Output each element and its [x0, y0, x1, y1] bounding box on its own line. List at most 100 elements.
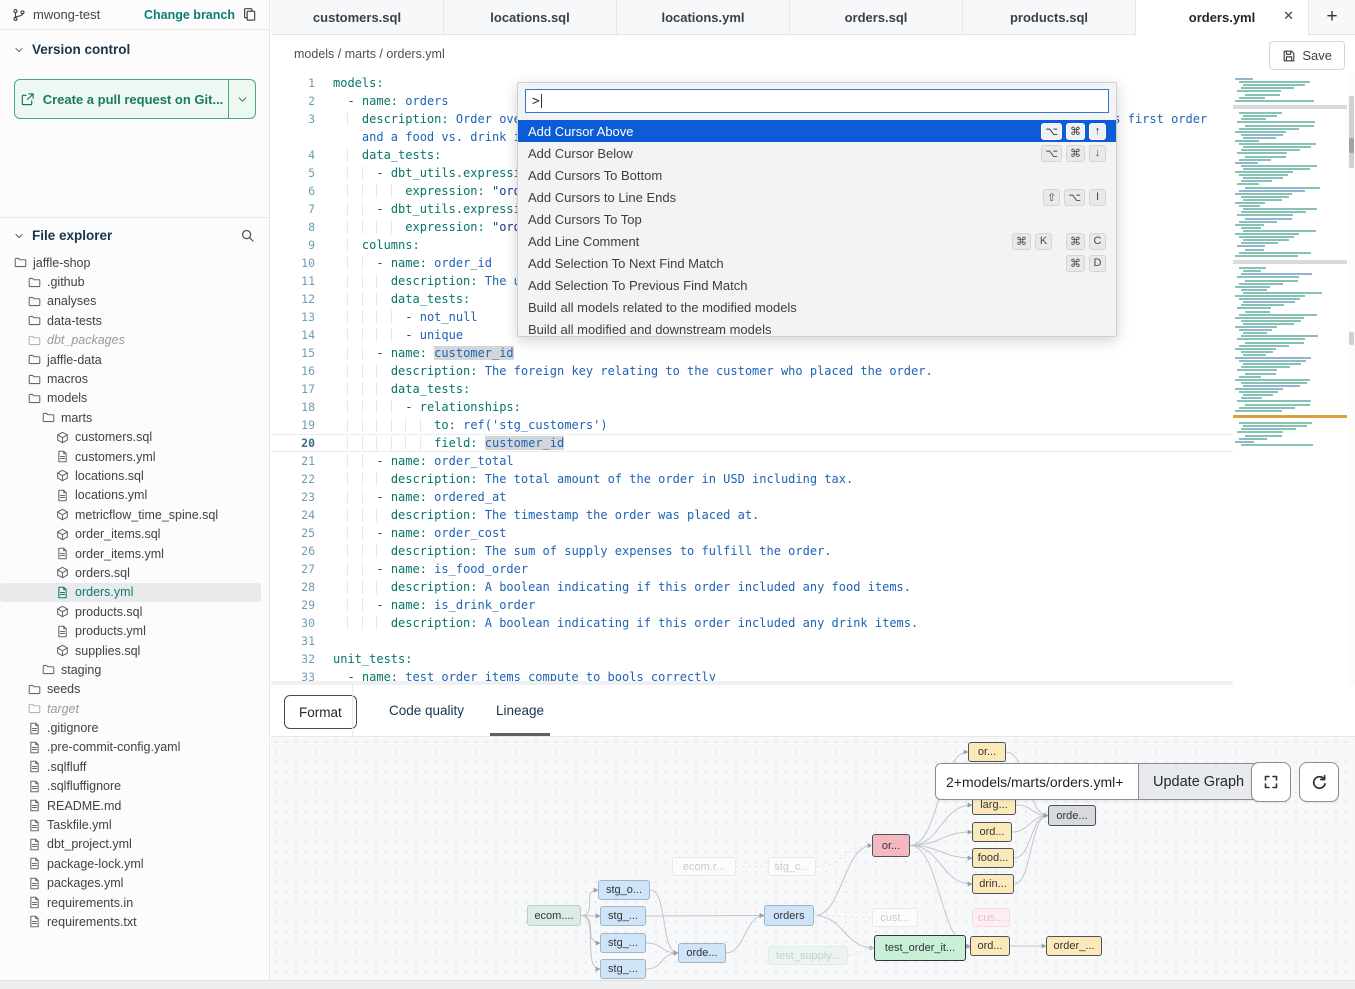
code-line-25[interactable]: 25 - name: order_cost	[271, 524, 1233, 542]
code-line-23[interactable]: 23 - name: ordered_at	[271, 488, 1233, 506]
file-tree-item-packages.yml[interactable]: packages.yml	[0, 874, 261, 893]
lineage-node-ecomr[interactable]: ecom.r...	[672, 857, 736, 876]
file-tree-item-seeds[interactable]: seeds	[0, 680, 261, 699]
lineage-node-ord2[interactable]: ord...	[970, 936, 1010, 956]
lineage-node-orde1[interactable]: orde...	[678, 943, 726, 963]
file-tree-item-jaffle-shop[interactable]: jaffle-shop	[0, 253, 261, 272]
file-tree-item-models[interactable]: models	[0, 389, 261, 408]
command-item[interactable]: Add Cursors To Top	[518, 208, 1116, 230]
code-line-28[interactable]: 28 description: A boolean indicating if …	[271, 578, 1233, 596]
file-tree-item-dbt_project.yml[interactable]: dbt_project.yml	[0, 835, 261, 854]
create-pull-request-button[interactable]: Create a pull request on Git...	[14, 79, 256, 119]
file-tree-item-requirements.in[interactable]: requirements.in	[0, 893, 261, 912]
code-line-15[interactable]: 15 - name: customer_id	[271, 344, 1233, 362]
lineage-node-stg_4[interactable]: stg_...	[600, 959, 646, 979]
file-tree-item-data-tests[interactable]: data-tests	[0, 311, 261, 330]
code-line-20[interactable]: 20 field: customer_id	[271, 434, 1233, 452]
code-line-22[interactable]: 22 description: The total amount of the …	[271, 470, 1233, 488]
tab-locations.yml[interactable]: locations.yml	[617, 0, 790, 34]
update-graph-button[interactable]: Update Graph	[1138, 764, 1258, 799]
file-tree-item-.sqlfluffignore[interactable]: .sqlfluffignore	[0, 777, 261, 796]
editor-scrollbar[interactable]	[1348, 72, 1355, 685]
lineage-canvas[interactable]: ecom....stg_o...stg_...stg_...stg_...ord…	[271, 737, 1355, 980]
file-tree-item-products.sql[interactable]: products.sql	[0, 602, 261, 621]
lineage-node-food[interactable]: food...	[972, 848, 1014, 868]
code-line-26[interactable]: 26 description: The sum of supply expens…	[271, 542, 1233, 560]
file-tree-item-analyses[interactable]: analyses	[0, 292, 261, 311]
lineage-node-drin[interactable]: drin...	[972, 874, 1014, 894]
file-tree-item-locations.sql[interactable]: locations.sql	[0, 466, 261, 485]
command-item[interactable]: Add Cursors To Bottom	[518, 164, 1116, 186]
tab-orders.sql[interactable]: orders.sql	[790, 0, 963, 34]
tab-code-quality[interactable]: Code quality	[383, 685, 470, 736]
code-line-16[interactable]: 16 description: The foreign key relating…	[271, 362, 1233, 380]
file-tree-item-orders.sql[interactable]: orders.sql	[0, 563, 261, 582]
minimap[interactable]	[1233, 78, 1347, 450]
close-icon[interactable]: ✕	[1283, 8, 1294, 24]
code-line-32[interactable]: 32unit_tests:	[271, 650, 1233, 668]
lineage-node-ord1[interactable]: ord...	[972, 822, 1012, 842]
lineage-node-testoi[interactable]: test_order_it...	[874, 935, 966, 961]
tab-products.sql[interactable]: products.sql	[963, 0, 1136, 34]
code-line-31[interactable]: 31	[271, 632, 1233, 650]
file-tree-item-marts[interactable]: marts	[0, 408, 261, 427]
lineage-node-testsup[interactable]: test_supply...	[768, 946, 848, 965]
code-line-19[interactable]: 19 to: ref('stg_customers')	[271, 416, 1233, 434]
pr-button-dropdown[interactable]	[229, 80, 255, 118]
change-branch-link[interactable]: Change branch	[144, 8, 235, 22]
lineage-node-ordegrey[interactable]: orde...	[1048, 805, 1096, 826]
lineage-node-oryel[interactable]: or...	[968, 742, 1006, 762]
lineage-node-cust[interactable]: cust...	[872, 908, 918, 927]
lineage-node-stg_o[interactable]: stg_o...	[598, 880, 650, 900]
code-line-21[interactable]: 21 - name: order_total	[271, 452, 1233, 470]
new-tab-button[interactable]: +	[1309, 0, 1355, 34]
copy-icon[interactable]	[242, 7, 257, 22]
command-item[interactable]: Build all models related to the modified…	[518, 296, 1116, 318]
command-item[interactable]: Add Selection To Next Find Match⌘D	[518, 252, 1116, 274]
code-line-24[interactable]: 24 description: The timestamp the order …	[271, 506, 1233, 524]
file-tree-item-package-lock.yml[interactable]: package-lock.yml	[0, 854, 261, 873]
file-tree-item-.gitignore[interactable]: .gitignore	[0, 718, 261, 737]
file-tree-item-requirements.txt[interactable]: requirements.txt	[0, 912, 261, 931]
code-line-17[interactable]: 17 data_tests:	[271, 380, 1233, 398]
lineage-node-stg_3[interactable]: stg_...	[600, 933, 646, 953]
version-control-header[interactable]: Version control	[0, 30, 269, 61]
search-icon[interactable]	[240, 228, 255, 243]
code-line-30[interactable]: 30 description: A boolean indicating if …	[271, 614, 1233, 632]
code-line-27[interactable]: 27 - name: is_food_order	[271, 560, 1233, 578]
file-tree-item-.github[interactable]: .github	[0, 272, 261, 291]
command-item[interactable]: Add Cursor Above⌥⌘↑	[518, 120, 1116, 142]
file-tree-item-Taskfile.yml[interactable]: Taskfile.yml	[0, 815, 261, 834]
file-explorer-header[interactable]: File explorer	[0, 218, 269, 245]
lineage-node-cusf[interactable]: cus...	[972, 908, 1010, 927]
code-line-29[interactable]: 29 - name: is_drink_order	[271, 596, 1233, 614]
fullscreen-button[interactable]	[1251, 762, 1291, 802]
refresh-icon[interactable]	[1299, 762, 1339, 802]
lineage-node-orpink[interactable]: or...	[872, 834, 910, 857]
file-tree-item-supplies.sql[interactable]: supplies.sql	[0, 641, 261, 660]
lineage-node-orders[interactable]: orders	[764, 905, 814, 926]
lineage-node-stgc[interactable]: stg_c...	[768, 857, 816, 876]
file-tree-item-jaffle-data[interactable]: jaffle-data	[0, 350, 261, 369]
lineage-node-ecom1[interactable]: ecom....	[527, 905, 581, 926]
format-button[interactable]: Format	[284, 695, 357, 729]
command-item[interactable]: Build all modified and downstream models	[518, 318, 1116, 340]
code-line-18[interactable]: 18 - relationships:	[271, 398, 1233, 416]
file-tree-item-macros[interactable]: macros	[0, 369, 261, 388]
file-tree-item-locations.yml[interactable]: locations.yml	[0, 486, 261, 505]
lineage-node-order3[interactable]: order_...	[1046, 936, 1102, 956]
file-tree-item-dbt_packages[interactable]: dbt_packages	[0, 331, 261, 350]
file-tree-item-order_items.sql[interactable]: order_items.sql	[0, 524, 261, 543]
tab-orders.yml[interactable]: orders.yml✕	[1136, 0, 1309, 34]
tab-lineage[interactable]: Lineage	[490, 685, 550, 736]
file-tree-item-target[interactable]: target	[0, 699, 261, 718]
command-item[interactable]: Add Cursors to Line Ends⇧⌥I	[518, 186, 1116, 208]
file-tree-item-README.md[interactable]: README.md	[0, 796, 261, 815]
lineage-node-stg_2[interactable]: stg_...	[600, 906, 646, 926]
file-tree-item-customers.yml[interactable]: customers.yml	[0, 447, 261, 466]
tab-customers.sql[interactable]: customers.sql	[271, 0, 444, 34]
lineage-selector-input[interactable]	[936, 764, 1138, 799]
file-tree-item-order_items.yml[interactable]: order_items.yml	[0, 544, 261, 563]
save-button[interactable]: Save	[1269, 41, 1345, 70]
file-tree-item-products.yml[interactable]: products.yml	[0, 621, 261, 640]
